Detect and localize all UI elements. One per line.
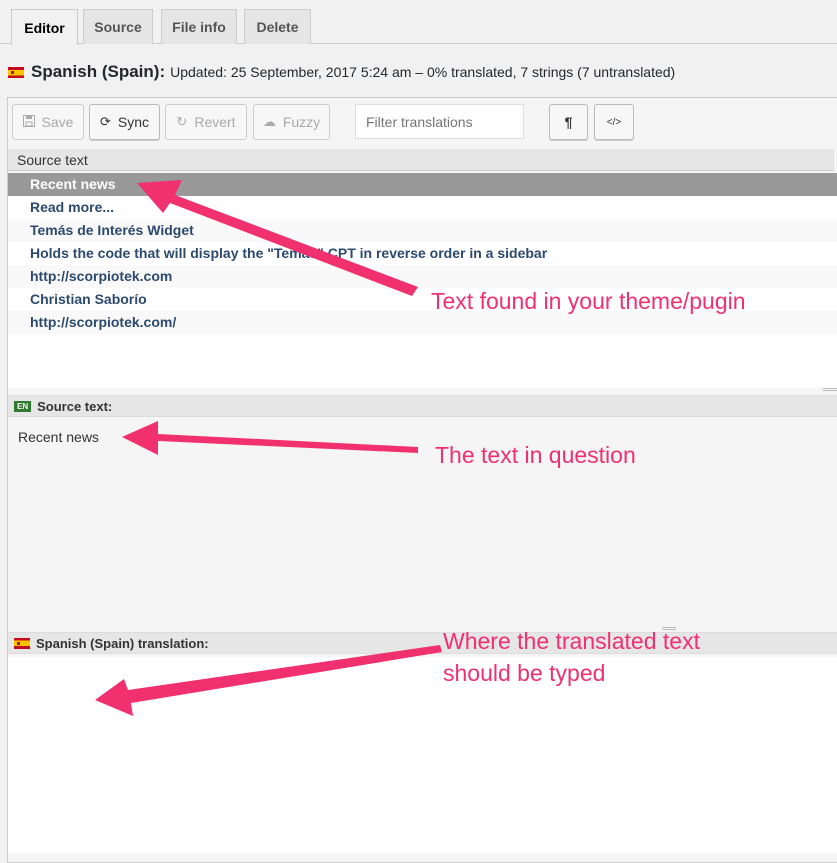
annotation-arrows	[95, 180, 442, 716]
annotation-theme: Text found in your theme/pugin	[431, 288, 746, 314]
arrow-to-translation	[95, 645, 442, 716]
arrow-to-list	[137, 180, 418, 296]
annotation-typed-2: should be typed	[443, 660, 606, 686]
arrow-to-source	[122, 421, 418, 455]
annotation-typed-1: Where the translated text	[443, 628, 700, 654]
annotation-question: The text in question	[435, 442, 636, 468]
